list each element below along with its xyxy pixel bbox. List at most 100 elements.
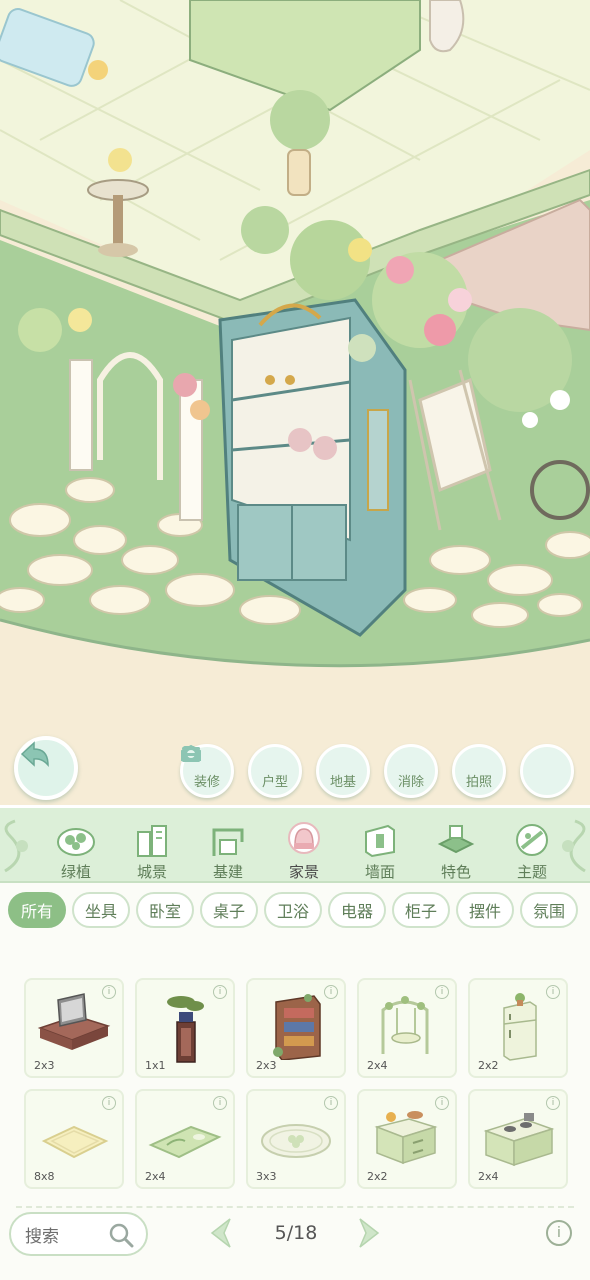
info-icon[interactable]: i xyxy=(546,1096,560,1110)
garden-scene-illustration xyxy=(0,0,590,805)
vine-decoration-left xyxy=(4,819,28,873)
search-input[interactable]: 搜索 xyxy=(9,1212,148,1256)
tool-label: 装修 xyxy=(193,775,220,790)
subtab-seating[interactable]: 坐具 xyxy=(72,892,130,928)
info-icon[interactable]: i xyxy=(324,985,338,999)
info-icon[interactable]: i xyxy=(324,1096,338,1110)
item-card[interactable]: i 2x2 xyxy=(468,978,568,1078)
subcategory-tabs: 所有 坐具 卧室 桌子 卫浴 电器 柜子 摆件 氛围 xyxy=(8,892,578,928)
category-theme[interactable]: 主题 xyxy=(494,814,570,882)
category-label: 主题 xyxy=(516,863,547,881)
tool-label: 拍照 xyxy=(465,775,492,790)
item-size: 3x3 xyxy=(256,1170,277,1183)
foundation-icon xyxy=(182,746,354,770)
subtab-cabinets[interactable]: 柜子 xyxy=(392,892,450,928)
search-placeholder: 搜索 xyxy=(25,1226,59,1247)
menu-button[interactable] xyxy=(182,744,574,798)
photo-button[interactable]: 拍照 xyxy=(182,744,506,798)
category-plants[interactable]: 绿植 xyxy=(38,814,114,882)
info-icon[interactable]: i xyxy=(102,985,116,999)
item-size: 2x2 xyxy=(367,1170,388,1183)
category-special[interactable]: 特色 xyxy=(418,814,494,882)
divider xyxy=(16,1206,574,1208)
tool-label: 地基 xyxy=(329,775,356,790)
house-type-button[interactable]: 户型 xyxy=(181,744,302,798)
foundation-button[interactable]: 地基 xyxy=(182,744,370,798)
next-page-button[interactable] xyxy=(356,1217,382,1249)
category-label: 基建 xyxy=(212,863,243,881)
item-card[interactable]: i 3x3 xyxy=(246,1089,346,1189)
subtab-ambience[interactable]: 氛围 xyxy=(520,892,578,928)
info-icon[interactable]: i xyxy=(102,1096,116,1110)
subtab-bedroom[interactable]: 卧室 xyxy=(136,892,194,928)
category-cityscape[interactable]: 城景 xyxy=(114,814,190,882)
page-indicator: 5/18 xyxy=(274,1222,318,1244)
city-icon xyxy=(130,821,174,859)
item-size: 8x8 xyxy=(34,1170,55,1183)
subtab-all[interactable]: 所有 xyxy=(8,892,66,928)
game-scene[interactable]: 装修 户型 地基 消除 拍照 xyxy=(0,0,590,805)
house-layout-icon xyxy=(181,744,286,770)
eraser-icon xyxy=(183,745,422,770)
category-label: 家景 xyxy=(288,863,319,881)
item-size: 2x3 xyxy=(256,1059,277,1072)
subtab-ornaments[interactable]: 摆件 xyxy=(456,892,514,928)
category-walls[interactable]: 墙面 xyxy=(342,814,418,882)
category-label: 墙面 xyxy=(364,863,395,881)
help-info-icon[interactable]: i xyxy=(546,1220,572,1246)
item-size: 2x4 xyxy=(367,1059,388,1072)
fridge-icon xyxy=(503,993,537,1061)
wall-icon xyxy=(358,821,402,859)
search-icon[interactable] xyxy=(108,1222,134,1248)
item-card[interactable]: i 2x4 xyxy=(135,1089,235,1189)
info-icon[interactable]: i xyxy=(213,1096,227,1110)
back-arrow-icon xyxy=(20,741,49,768)
round-rug-icon xyxy=(261,1124,331,1158)
item-size: 2x3 xyxy=(34,1059,55,1072)
tool-label: 消除 xyxy=(397,775,424,790)
item-card[interactable]: i 2x3 xyxy=(246,978,346,1078)
plant-icon xyxy=(54,821,98,859)
chair-icon xyxy=(282,821,326,859)
item-size: 2x2 xyxy=(478,1059,499,1072)
category-home[interactable]: 家景 xyxy=(266,814,342,882)
tool-label: 户型 xyxy=(261,775,288,790)
info-icon[interactable]: i xyxy=(435,985,449,999)
back-button[interactable] xyxy=(14,736,78,800)
construction-icon xyxy=(206,821,250,859)
info-icon[interactable]: i xyxy=(435,1096,449,1110)
subtab-bathroom[interactable]: 卫浴 xyxy=(264,892,322,928)
item-card[interactable]: i 2x4 xyxy=(468,1089,568,1189)
item-size: 2x4 xyxy=(145,1170,166,1183)
menu-icon xyxy=(182,747,558,780)
stove-counter-icon xyxy=(483,1113,555,1167)
swing-chair-icon xyxy=(381,996,429,1054)
prev-page-button[interactable] xyxy=(208,1217,234,1249)
item-card[interactable]: i 1x1 xyxy=(135,978,235,1078)
clear-button[interactable]: 消除 xyxy=(183,744,438,798)
category-label: 城景 xyxy=(136,863,167,881)
item-grid: i 2x3 i 1x1 i 2x3 i 2x4 i 2x2 i 8x8 i 2x… xyxy=(24,978,568,1189)
item-size: 1x1 xyxy=(145,1059,166,1072)
subtab-appliances[interactable]: 电器 xyxy=(328,892,386,928)
subtab-tables[interactable]: 桌子 xyxy=(200,892,258,928)
category-label: 绿植 xyxy=(60,863,91,881)
bookshelf-icon xyxy=(273,994,321,1060)
category-bar: 绿植 城景 基建 家景 墙面 特色 主题 xyxy=(0,805,590,883)
item-card[interactable]: i 8x8 xyxy=(24,1089,124,1189)
category-construction[interactable]: 基建 xyxy=(190,814,266,882)
item-card[interactable]: i 2x4 xyxy=(357,978,457,1078)
category-label: 特色 xyxy=(440,863,471,881)
info-icon[interactable]: i xyxy=(213,985,227,999)
toolbar: 装修 户型 地基 消除 拍照 xyxy=(180,744,574,798)
kitchen-cabinet-icon xyxy=(374,1111,438,1165)
item-card[interactable]: i 2x3 xyxy=(24,978,124,1078)
item-size: 2x4 xyxy=(478,1170,499,1183)
leaf-rug-icon xyxy=(148,1125,222,1159)
floor-rug-icon xyxy=(41,1125,109,1159)
item-card[interactable]: i 2x2 xyxy=(357,1089,457,1189)
info-icon[interactable]: i xyxy=(546,985,560,999)
theme-icon xyxy=(510,821,554,859)
special-icon xyxy=(434,821,478,859)
bonsai-stand-icon xyxy=(167,996,204,1063)
